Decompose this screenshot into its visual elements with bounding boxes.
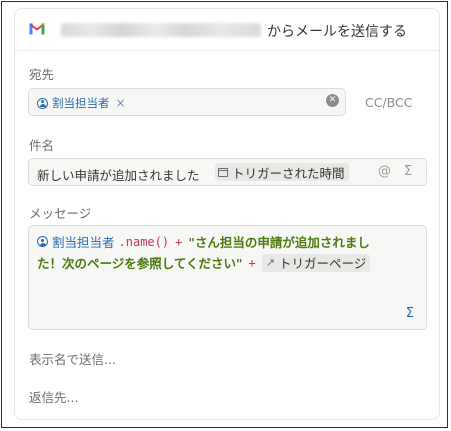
message-label: メッセージ (29, 206, 92, 221)
clear-field-icon[interactable]: ✕ (326, 94, 339, 107)
assignee-chip-label: 割当担当者 (52, 96, 110, 110)
concat-operator: + (175, 234, 183, 249)
action-title: からメールを送信する (267, 24, 407, 40)
message-assignee-label: 割当担当者 (52, 235, 115, 250)
to-field[interactable]: 割当担当者 × ✕ (28, 88, 346, 116)
redacted-sender-email (61, 23, 261, 37)
send-as-display-name[interactable]: 表示名で送信... (29, 349, 116, 368)
assignee-chip[interactable]: 割当担当者 × (37, 95, 126, 111)
chip-remove-icon[interactable]: × (116, 96, 126, 110)
person-icon (37, 236, 48, 247)
subject-text: 新しい申請が追加されました (37, 168, 200, 183)
cc-bcc-toggle[interactable]: CC/BCC (365, 95, 412, 110)
message-line-2: た！次のページを参照してください" + ↗ トリガーページ (37, 253, 371, 272)
string-literal-line-1: "さん担当の申請が追加されまし (188, 235, 370, 250)
window-frame: からメールを送信する 宛先 割当担当者 × ✕ CC/BCC 件名 新しい申請が… (1, 1, 448, 428)
formula-icon[interactable]: Σ (404, 164, 412, 179)
arrow-up-right-icon: ↗ (265, 256, 275, 269)
mention-icon[interactable]: @ (378, 164, 391, 179)
subject-label: 件名 (29, 138, 55, 153)
trigger-page-token[interactable]: ↗ トリガーページ (261, 253, 371, 272)
to-label: 宛先 (29, 67, 55, 82)
gmail-icon (29, 22, 45, 35)
message-field[interactable]: 割当担当者 .name() + "さん担当の申請が追加されまし た！次のページを… (28, 225, 427, 330)
trigger-page-label: トリガーページ (278, 256, 367, 271)
reply-to[interactable]: 返信先... (29, 387, 78, 406)
subject-field[interactable]: 新しい申請が追加されました トリガーされた時間 @ Σ (28, 158, 427, 186)
trigger-time-token-label: トリガーされた時間 (232, 165, 345, 181)
send-email-action-card: からメールを送信する 宛先 割当担当者 × ✕ CC/BCC 件名 新しい申請が… (14, 8, 440, 420)
action-header: からメールを送信する (15, 9, 439, 51)
calendar-icon (218, 167, 228, 177)
concat-operator-2: + (248, 255, 256, 270)
message-line-1: 割当担当者 .name() + "さん担当の申請が追加されまし (37, 232, 370, 251)
person-icon (37, 97, 48, 109)
trigger-time-token[interactable]: トリガーされた時間 (215, 163, 349, 181)
name-method: .name() (118, 234, 170, 249)
formula-icon[interactable]: Σ (406, 306, 414, 321)
message-assignee-chip[interactable]: 割当担当者 (37, 232, 115, 251)
string-literal-line-2: た！次のページを参照してください" (37, 256, 243, 271)
